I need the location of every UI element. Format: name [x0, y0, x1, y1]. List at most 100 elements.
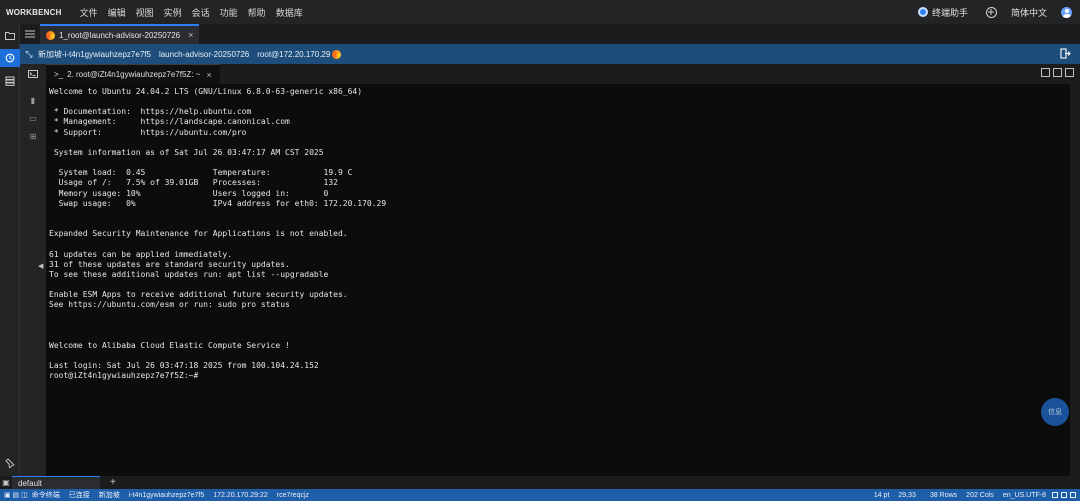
- plus-circle-icon[interactable]: [985, 6, 997, 18]
- default-tab[interactable]: default: [12, 476, 100, 489]
- assistant-label: 终端助手: [931, 7, 968, 18]
- assistant-icon: [917, 7, 928, 17]
- split-icon[interactable]: [1041, 68, 1050, 77]
- terminal-line: * Management: https://landscape.canonica…: [49, 117, 290, 127]
- add-tab-button[interactable]: +: [110, 477, 116, 488]
- status-tool-icons[interactable]: [1052, 492, 1076, 498]
- menu-edit[interactable]: 编辑: [108, 6, 126, 19]
- terminal-line: * Support: https://ubuntu.com/pro: [49, 127, 247, 137]
- session-tab-label: 1_root@launch-advisor-20250726: [59, 30, 181, 40]
- panel-icon[interactable]: ▣: [0, 476, 12, 489]
- list-icon[interactable]: [20, 24, 40, 44]
- terminal-line: Memory usage: 10% Users logged in: 0: [49, 188, 329, 198]
- status-rows: 38 Rows: [929, 491, 958, 499]
- history-icon[interactable]: [0, 49, 20, 67]
- menu-view[interactable]: 视图: [136, 6, 154, 19]
- terminal-line: Swap usage: 0% IPv4 address for eth0: 17…: [49, 198, 387, 208]
- terminal-line: root@iZt4n1gywiauhzepz7e7f5Z:~#: [49, 371, 199, 381]
- status-instance-id: i-t4n1gywiauhzepz7e7f5: [128, 491, 205, 499]
- menu-instance[interactable]: 实例: [164, 6, 182, 19]
- split-icon[interactable]: [1053, 68, 1062, 77]
- terminal-line: Last login: Sat Jul 26 03:47:18 2025 fro…: [49, 361, 319, 371]
- terminal-line: System load: 0.45 Temperature: 19.9 C: [49, 168, 353, 178]
- terminal-line: Expanded Security Maintenance for Applic…: [49, 229, 348, 239]
- terminal-tab-strip: >_ 2. root@iZt4n1gywiauhzepz7e7f5Z: ~ ×: [20, 64, 1080, 84]
- menu-bar: WORKBENCH 文件 编辑 视图 实例 会话 功能 帮助 数据库 终端助手 …: [0, 0, 1080, 24]
- status-cursor-pos: 29,33: [898, 491, 916, 499]
- user-icon[interactable]: [1061, 6, 1072, 18]
- window-icon[interactable]: ▭: [20, 110, 46, 126]
- terminal-scrollbar[interactable]: [1070, 84, 1080, 476]
- status-encoding[interactable]: en_US.UTF-8: [1003, 492, 1046, 499]
- connection-info-bar: ⤡ 新加坡-i-t4n1gywiauhzepz7e7f5 launch-advi…: [20, 44, 1080, 64]
- status-cols: 202 Cols: [966, 491, 994, 499]
- menu-right-group: 终端助手 简体中文: [917, 0, 1072, 24]
- terminal-output[interactable]: Welcome to Ubuntu 24.04.2 LTS (GNU/Linux…: [46, 84, 1070, 476]
- menu-database[interactable]: 数据库: [276, 6, 303, 19]
- prompt-icon: >_: [54, 70, 64, 79]
- region-instance-id: 新加坡-i-t4n1gywiauhzepz7e7f5: [38, 49, 151, 59]
- terminal-line: See https://ubuntu.com/esm or run: sudo …: [49, 300, 290, 310]
- bottom-tab-strip: ▣ default +: [0, 476, 1080, 489]
- terminal-line: Usage of /: 7.5% of 39.01GB Processes: 1…: [49, 178, 338, 188]
- session-tab[interactable]: 1_root@launch-advisor-20250726 ×: [40, 24, 200, 44]
- terminal-assistant-button[interactable]: 终端助手: [917, 6, 968, 19]
- folder-icon[interactable]: [0, 26, 20, 44]
- tools-sidebar: ▮ ▭ ⊞: [20, 84, 46, 476]
- status-address: 172.20.170.29:22: [213, 491, 268, 499]
- swirl-icon: [332, 49, 342, 59]
- stack-icon[interactable]: [0, 72, 20, 90]
- instance-name: launch-advisor-20250726: [158, 49, 250, 59]
- terminal-icon[interactable]: [20, 64, 46, 84]
- status-font-size[interactable]: 14 pt: [874, 492, 890, 499]
- connection-address: root@172.20.170.29: [257, 49, 331, 59]
- grid-icon[interactable]: ⊞: [20, 128, 46, 144]
- status-connected: 已连接: [68, 492, 90, 499]
- status-instance-code: rce7reqcjz: [276, 491, 310, 499]
- close-icon[interactable]: ×: [188, 30, 193, 40]
- terminal-line: 31 of these updates are standard securit…: [49, 259, 290, 269]
- menu-help[interactable]: 帮助: [248, 6, 266, 19]
- terminal-tab[interactable]: >_ 2. root@iZt4n1gywiauhzepz7e7f5Z: ~ ×: [46, 64, 220, 84]
- terminal-line: 61 updates can be applied immediately.: [49, 249, 233, 259]
- menu-file[interactable]: 文件: [80, 6, 98, 19]
- status-icons[interactable]: ▣ ▤ ◫: [4, 491, 28, 499]
- collapse-handle-icon[interactable]: ◀: [38, 262, 46, 274]
- shrink-icon[interactable]: ⤡: [20, 49, 38, 60]
- pin-icon[interactable]: [0, 454, 20, 472]
- status-bar: ▣ ▤ ◫ 命令终端 已连接 新加坡 i-t4n1gywiauhzepz7e7f…: [0, 489, 1080, 501]
- language-selector[interactable]: 简体中文: [1011, 6, 1047, 19]
- close-icon[interactable]: ×: [206, 70, 211, 80]
- status-region: 新加坡: [98, 492, 120, 499]
- terminal-line: Welcome to Alibaba Cloud Elastic Compute…: [49, 340, 290, 350]
- terminal-tab-label: 2. root@iZt4n1gywiauhzepz7e7f5Z: ~: [67, 70, 201, 79]
- terminal-line: Enable ESM Apps to receive additional fu…: [49, 290, 348, 300]
- session-tab-strip: 1_root@launch-advisor-20250726 ×: [20, 24, 1080, 44]
- menu-function[interactable]: 功能: [220, 6, 238, 19]
- logout-icon[interactable]: [1060, 48, 1072, 60]
- swirl-icon: [46, 30, 55, 40]
- activity-bar: [0, 24, 20, 476]
- terminal-line: * Documentation: https://help.ubuntu.com: [49, 107, 252, 117]
- status-terminal: 命令终端: [31, 492, 60, 499]
- split-icons: [1041, 68, 1074, 77]
- split-icon[interactable]: [1065, 68, 1074, 77]
- terminal-text: Welcome to Ubuntu 24.04.2 LTS (GNU/Linux…: [49, 87, 1070, 382]
- menu-session[interactable]: 会话: [192, 6, 210, 19]
- terminal-line: Welcome to Ubuntu 24.04.2 LTS (GNU/Linux…: [49, 87, 363, 96]
- brand-logo: WORKBENCH: [6, 7, 62, 17]
- floating-help-button[interactable]: 信息: [1041, 398, 1069, 426]
- file-icon[interactable]: ▮: [20, 92, 46, 108]
- terminal-line: System information as of Sat Jul 26 03:4…: [49, 147, 324, 157]
